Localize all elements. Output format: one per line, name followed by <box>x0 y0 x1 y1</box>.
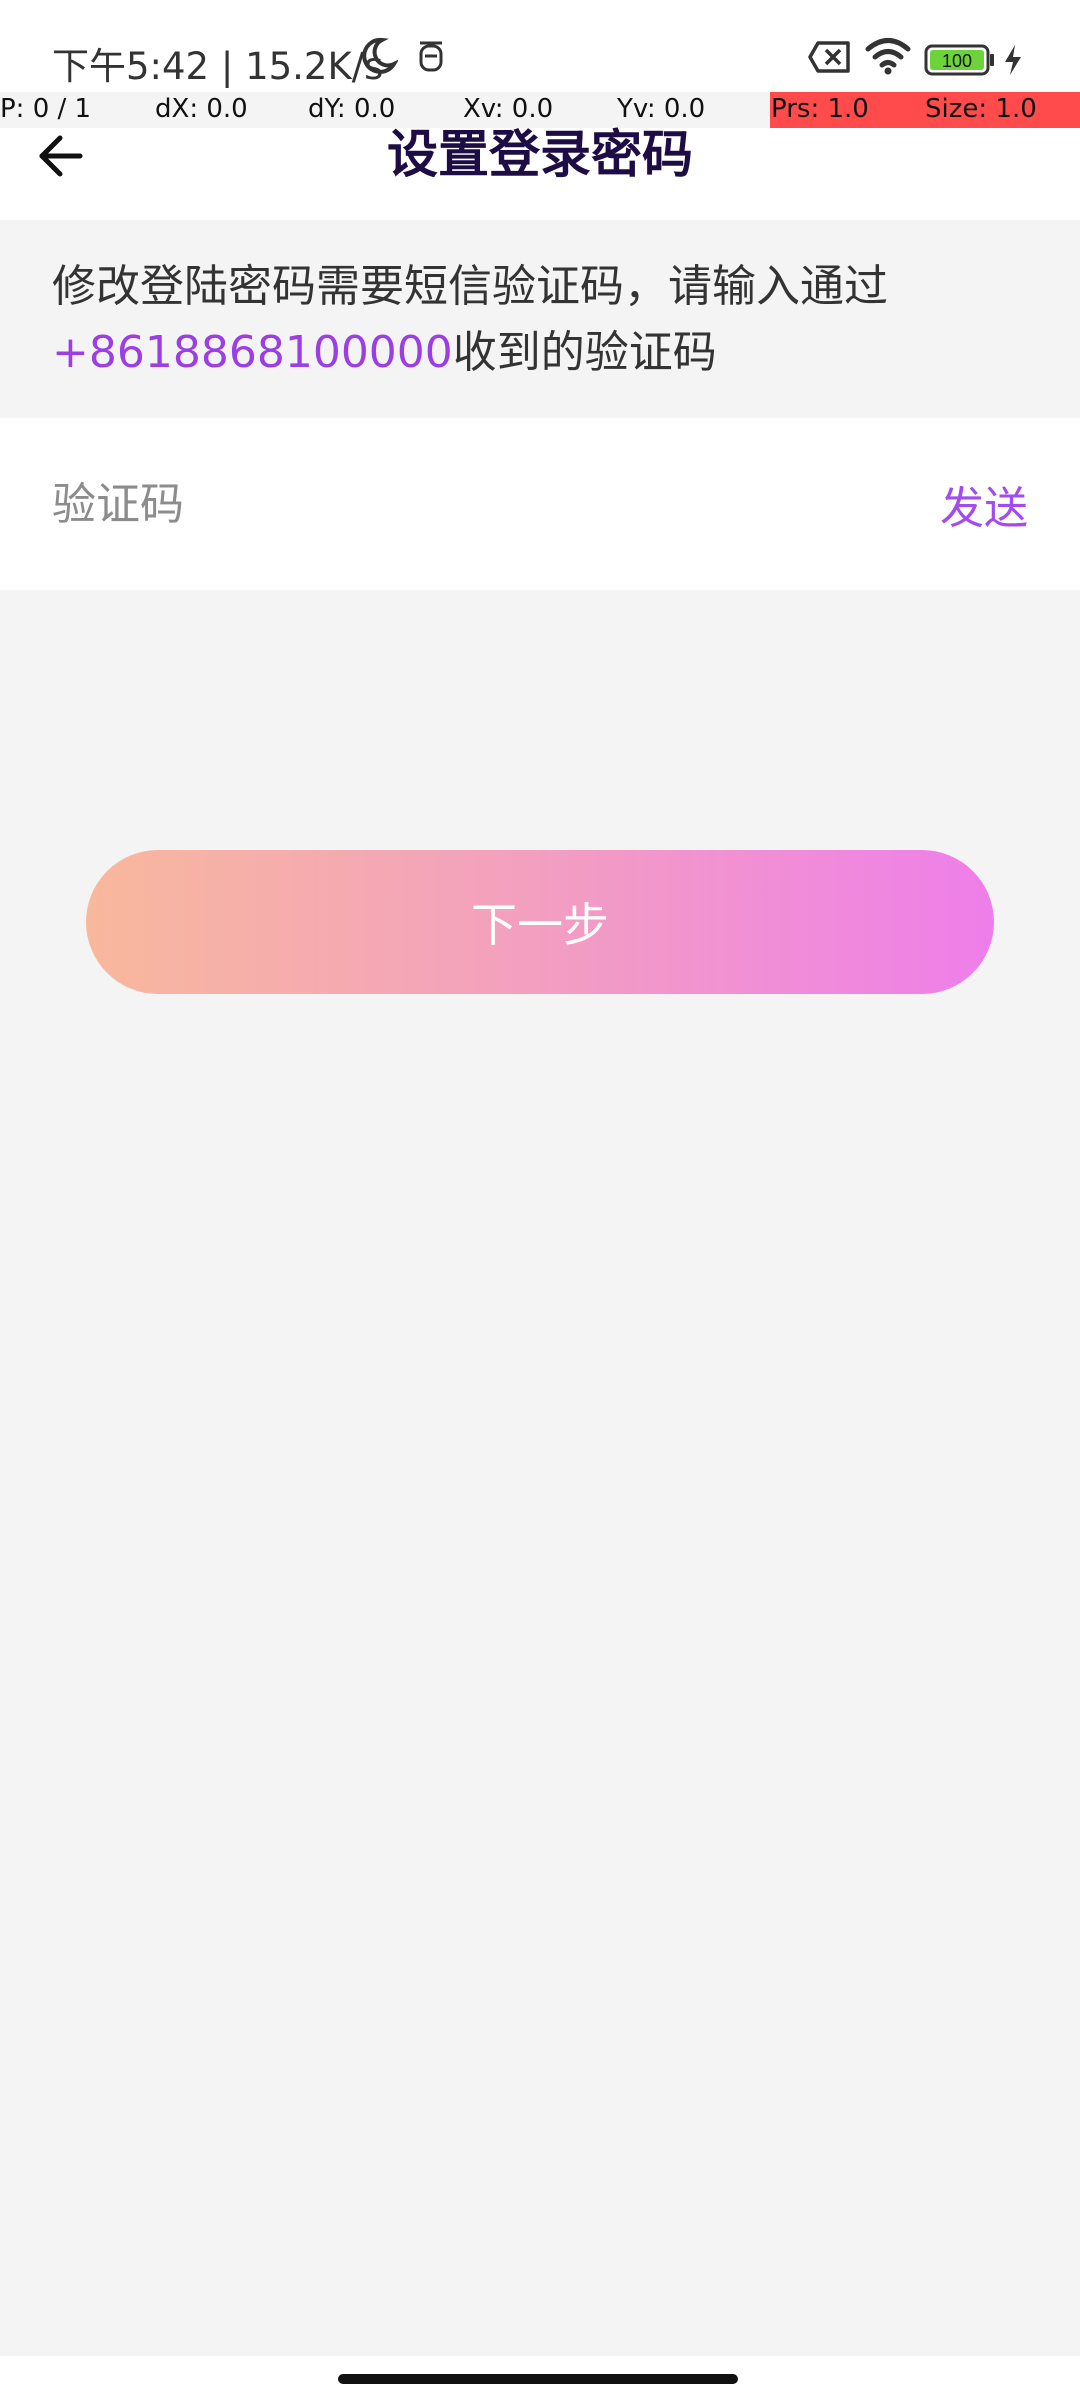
battery-level: 100 <box>942 51 972 71</box>
notice-text: 修改登陆密码需要短信验证码，请输入通过 +8618868100000收到的验证码 <box>52 254 1032 386</box>
pointer-size: Size: 1.0 <box>925 94 1037 124</box>
status-bar: 下午5:42 | 15.2K/s 100 <box>0 0 1080 92</box>
home-indicator[interactable] <box>338 2374 738 2384</box>
pointer-location-overlay: P: 0 / 1 dX: 0.0 dY: 0.0 Xv: 0.0 Yv: 0.0… <box>0 92 1080 128</box>
pointer-yv: Yv: 0.0 <box>617 94 706 124</box>
pointer-xv: Xv: 0.0 <box>463 94 554 124</box>
next-step-button[interactable]: 下一步 <box>86 850 994 994</box>
page-title: 设置登录密码 <box>386 126 693 185</box>
battery-icon: 100 <box>924 44 994 76</box>
pointer-count: P: 0 / 1 <box>0 94 92 124</box>
alarm-icon <box>419 41 443 72</box>
wifi-icon <box>865 38 911 75</box>
send-code-button[interactable]: 发送 <box>940 472 1028 536</box>
sim-off-icon <box>808 41 850 73</box>
verification-code-input[interactable] <box>52 472 852 536</box>
arrow-left-icon <box>39 135 83 177</box>
back-button[interactable] <box>30 128 94 192</box>
notice-text-after: 收到的验证码 <box>452 327 717 378</box>
verification-code-row: 发送 <box>0 418 1080 590</box>
app-bar: 设置登录密码 <box>0 128 1080 220</box>
status-time-speed: 下午5:42 | 15.2K/s <box>52 45 384 88</box>
pointer-dy: dY: 0.0 <box>308 94 396 124</box>
notice-text-before: 修改登陆密码需要短信验证码，请输入通过 <box>52 261 888 312</box>
pointer-dx: dX: 0.0 <box>155 94 248 124</box>
pointer-pressure: Prs: 1.0 <box>771 94 869 124</box>
moon-icon <box>362 37 398 74</box>
charging-icon <box>1005 45 1021 75</box>
gesture-nav-area <box>0 2356 1080 2400</box>
sms-notice: 修改登陆密码需要短信验证码，请输入通过 +8618868100000收到的验证码 <box>0 220 1080 416</box>
notice-phone-number: +8618868100000 <box>52 327 453 378</box>
